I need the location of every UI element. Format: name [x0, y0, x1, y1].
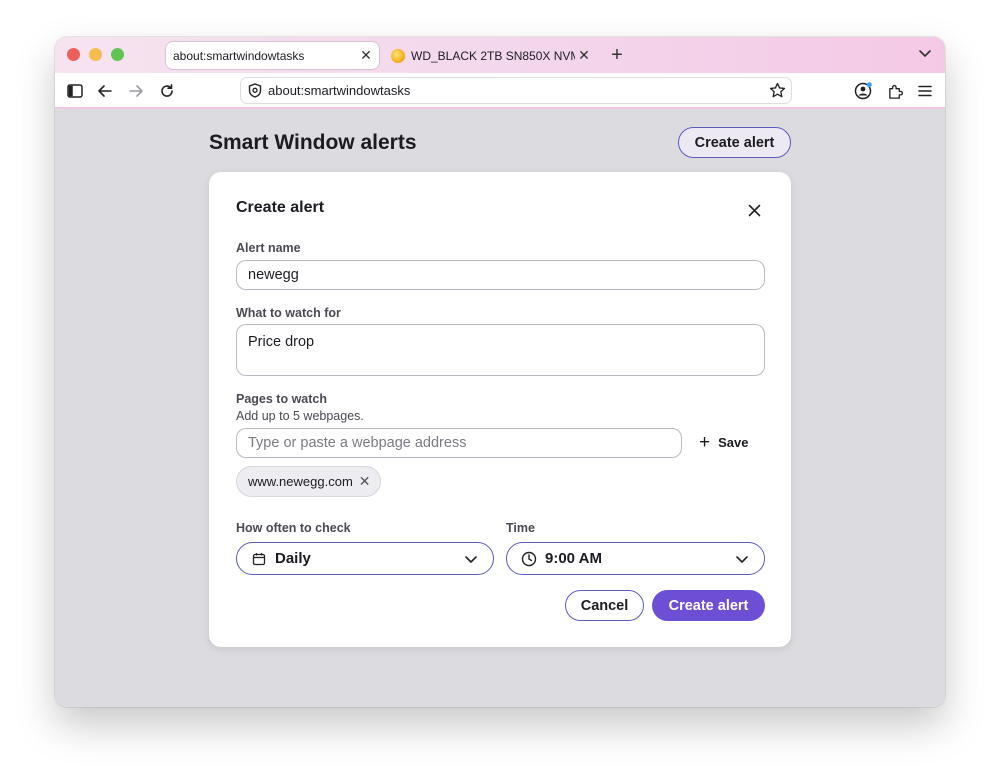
dialog-title: Create alert	[236, 199, 325, 216]
navigation-bar: about:smartwindowtasks	[55, 73, 945, 109]
chevron-down-icon	[734, 551, 750, 567]
close-tab-icon[interactable]: ✕	[357, 47, 375, 64]
time-label: Time	[506, 521, 535, 535]
save-label: Save	[718, 434, 749, 450]
page-title: Smart Window alerts	[209, 131, 417, 154]
url-text: about:smartwindowtasks	[268, 83, 411, 98]
tab-favicon-icon	[391, 48, 405, 63]
close-tab-icon[interactable]: ✕	[575, 47, 593, 64]
create-alert-header-button[interactable]: Create alert	[678, 127, 791, 158]
alert-name-input[interactable]: newegg	[236, 260, 765, 290]
frequency-value: Daily	[275, 550, 311, 567]
forward-arrow-icon[interactable]	[126, 81, 146, 101]
tab-strip: about:smartwindowtasks ✕ WD_BLACK 2TB SN…	[55, 37, 945, 73]
bookmark-star-icon[interactable]	[767, 81, 787, 101]
zoom-window-button[interactable]	[111, 48, 124, 61]
frequency-label: How often to check	[236, 521, 351, 535]
cancel-button[interactable]: Cancel	[565, 590, 644, 621]
tab-title: WD_BLACK 2TB SN850X NVMe	[411, 48, 575, 63]
time-select[interactable]: 9:00 AM	[506, 542, 765, 575]
minimize-window-button[interactable]	[89, 48, 102, 61]
chevron-down-icon	[463, 551, 479, 567]
account-icon[interactable]	[853, 81, 873, 101]
new-tab-icon[interactable]: +	[607, 44, 627, 67]
create-alert-button[interactable]: Create alert	[652, 590, 765, 621]
clock-icon	[521, 551, 537, 567]
url-bar[interactable]: about:smartwindowtasks	[240, 77, 792, 104]
save-page-button[interactable]: + Save	[699, 431, 748, 453]
sidebar-toggle-icon[interactable]	[65, 81, 85, 101]
back-arrow-icon[interactable]	[95, 81, 115, 101]
close-window-button[interactable]	[67, 48, 80, 61]
reload-icon[interactable]	[157, 81, 177, 101]
tab-wd-black[interactable]: WD_BLACK 2TB SN850X NVMe ✕	[387, 41, 597, 70]
menu-icon[interactable]	[915, 81, 935, 101]
shield-icon	[248, 83, 262, 99]
browser-window: about:smartwindowtasks ✕ WD_BLACK 2TB SN…	[55, 37, 945, 707]
remove-chip-icon[interactable]: ✕	[359, 473, 371, 490]
watch-for-textarea[interactable]: Price drop	[236, 324, 765, 376]
frequency-select[interactable]: Daily	[236, 542, 494, 575]
calendar-icon	[251, 551, 267, 567]
pages-to-watch-label: Pages to watch	[236, 392, 327, 406]
alert-name-label: Alert name	[236, 241, 301, 255]
pages-hint: Add up to 5 webpages.	[236, 409, 364, 423]
tab-smartwindowtasks[interactable]: about:smartwindowtasks ✕	[165, 41, 380, 70]
chevron-down-icon[interactable]	[917, 45, 933, 61]
page-content: Smart Window alerts Create alert Create …	[55, 111, 945, 707]
chip-label: www.newegg.com	[248, 474, 353, 489]
create-alert-dialog: Create alert Alert name newegg What to w…	[209, 172, 791, 647]
watch-for-label: What to watch for	[236, 306, 341, 320]
time-value: 9:00 AM	[545, 550, 602, 567]
close-icon[interactable]	[744, 200, 764, 220]
page-chip: www.newegg.com ✕	[236, 466, 381, 497]
tab-title: about:smartwindowtasks	[173, 48, 305, 63]
plus-icon: +	[699, 431, 711, 453]
webpage-address-input[interactable]: Type or paste a webpage address	[236, 428, 682, 458]
extensions-icon[interactable]	[885, 81, 905, 101]
